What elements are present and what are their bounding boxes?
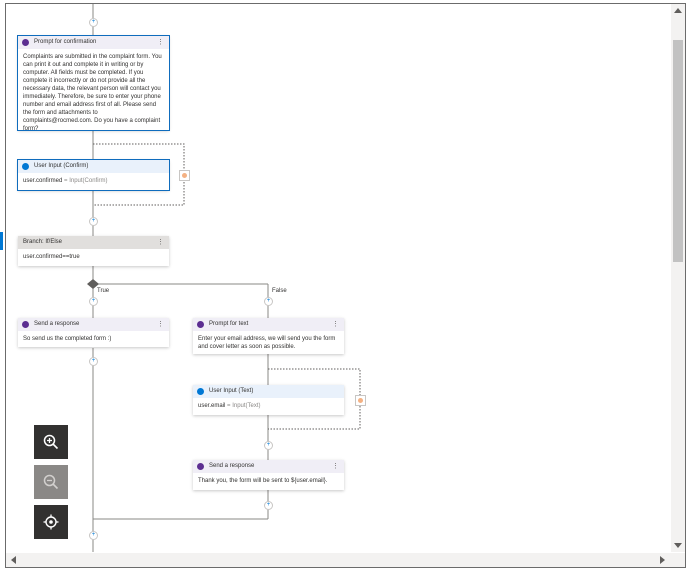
variable-name: user.email — [198, 403, 226, 409]
selection-indicator — [0, 232, 3, 250]
scroll-right-icon[interactable] — [660, 556, 665, 564]
add-step-button[interactable]: + — [89, 217, 98, 226]
chat-bubble-icon — [197, 321, 204, 328]
node-title: Prompt for confirmation — [34, 39, 97, 45]
node-title: Branch: If/Else — [23, 239, 63, 245]
node-body: Thank you, the form will be sent to ${us… — [198, 478, 328, 484]
node-title: Send a response — [209, 463, 255, 469]
node-header: User Input (Confirm) — [18, 160, 169, 173]
input-expression: = Input(Text) — [225, 403, 261, 409]
scrollbar-thumb[interactable] — [673, 40, 683, 262]
node-header: Send a response ⋮ — [193, 460, 344, 473]
node-header: Prompt for confirmation ⋮ — [18, 36, 169, 49]
node-branch-if-else[interactable]: Branch: If/Else ⋮ user.confirmed==true — [18, 236, 169, 266]
node-body: user.confirmed = Input(Confirm) — [18, 173, 169, 189]
scrollbar-corner — [671, 553, 685, 567]
node-body: So send us the completed form :) — [23, 336, 112, 342]
warning-icon — [358, 398, 363, 403]
node-title: Prompt for text — [209, 321, 249, 327]
node-body: user.email = Input(Text) — [193, 398, 344, 414]
add-step-button[interactable]: + — [264, 501, 273, 510]
node-title: User Input (Text) — [209, 388, 254, 394]
zoom-in-button[interactable] — [34, 425, 68, 459]
zoom-in-icon — [43, 434, 59, 450]
chat-bubble-icon — [22, 321, 29, 328]
node-body: Enter your email address, we will send y… — [198, 336, 336, 350]
dialog-canvas-window: + + + + + + + + Prompt for confirmation … — [5, 3, 686, 568]
zoom-out-icon — [43, 474, 59, 490]
error-handler-marker[interactable] — [179, 170, 190, 181]
chat-bubble-icon — [22, 39, 29, 46]
more-options-icon[interactable]: ⋮ — [332, 318, 339, 331]
vertical-scrollbar[interactable] — [671, 4, 685, 552]
zoom-out-button[interactable] — [34, 465, 68, 499]
chat-bubble-icon — [197, 463, 204, 470]
recenter-button[interactable] — [34, 505, 68, 539]
node-header: Send a response ⋮ — [18, 318, 169, 331]
node-user-input-text[interactable]: User Input (Text) user.email = Input(Tex… — [193, 385, 344, 415]
node-title: User Input (Confirm) — [34, 163, 89, 169]
node-body: Complaints are submitted in the complain… — [23, 54, 162, 132]
user-input-icon — [197, 388, 204, 395]
branch-label-true: True — [97, 288, 110, 294]
node-body: user.confirmed==true — [23, 254, 80, 260]
recenter-icon — [43, 514, 59, 530]
add-step-button[interactable]: + — [264, 297, 273, 306]
scroll-left-icon[interactable] — [11, 556, 16, 564]
branch-label-false: False — [272, 288, 287, 294]
warning-icon — [182, 173, 187, 178]
variable-name: user.confirmed — [23, 178, 63, 184]
node-header: Prompt for text ⋮ — [193, 318, 344, 331]
add-step-button[interactable]: + — [89, 357, 98, 366]
add-step-button[interactable]: + — [89, 18, 98, 27]
more-options-icon[interactable]: ⋮ — [157, 36, 164, 49]
add-step-button[interactable]: + — [264, 441, 273, 450]
more-options-icon[interactable]: ⋮ — [157, 318, 164, 331]
node-title: Send a response — [34, 321, 80, 327]
node-prompt-for-text[interactable]: Prompt for text ⋮ Enter your email addre… — [193, 318, 344, 354]
node-header: Branch: If/Else ⋮ — [18, 236, 169, 249]
node-user-input-confirm[interactable]: User Input (Confirm) user.confirmed = In… — [17, 159, 170, 191]
horizontal-scrollbar[interactable] — [6, 553, 671, 567]
add-step-button[interactable]: + — [89, 531, 98, 540]
more-options-icon[interactable]: ⋮ — [332, 460, 339, 473]
error-handler-marker[interactable] — [355, 395, 366, 406]
user-input-icon — [22, 163, 29, 170]
node-send-response-1[interactable]: Send a response ⋮ So send us the complet… — [18, 318, 169, 347]
add-step-button[interactable]: + — [89, 297, 98, 306]
scroll-up-icon[interactable] — [674, 8, 682, 13]
scroll-down-icon[interactable] — [674, 543, 682, 548]
flow-canvas[interactable]: + + + + + + + + Prompt for confirmation … — [6, 4, 671, 552]
node-prompt-for-confirmation[interactable]: Prompt for confirmation ⋮ Complaints are… — [17, 35, 170, 132]
node-send-response-2[interactable]: Send a response ⋮ Thank you, the form wi… — [193, 460, 344, 490]
node-header: User Input (Text) — [193, 385, 344, 398]
more-options-icon[interactable]: ⋮ — [157, 236, 164, 249]
input-expression: = Input(Confirm) — [62, 178, 108, 184]
